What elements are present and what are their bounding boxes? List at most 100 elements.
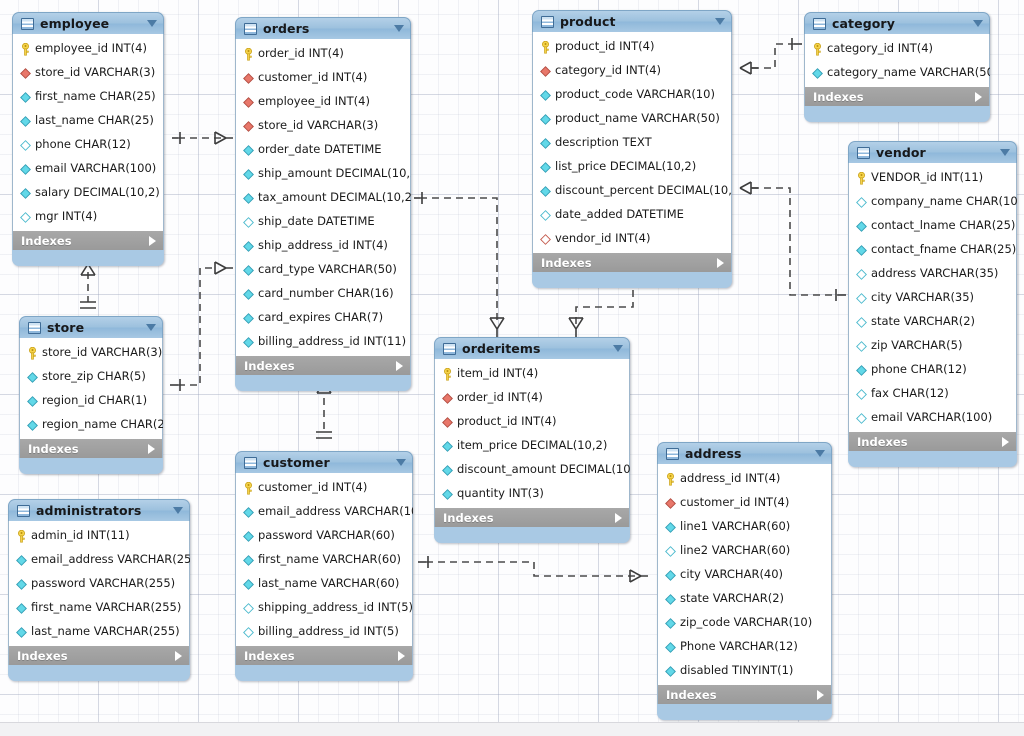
table-title-bar-orders[interactable]: orders xyxy=(235,17,411,39)
column-row[interactable]: email VARCHAR(100) xyxy=(13,157,163,181)
indexes-bar-customer[interactable]: Indexes xyxy=(235,646,413,665)
column-row[interactable]: billing_address_id INT(5) xyxy=(236,620,412,644)
column-row[interactable]: email VARCHAR(100) xyxy=(849,406,1016,430)
column-row[interactable]: first_name VARCHAR(60) xyxy=(236,548,412,572)
table-title-bar-employee[interactable]: employee xyxy=(12,12,164,34)
chevron-down-icon[interactable] xyxy=(715,18,725,25)
column-row[interactable]: ship_address_id INT(4) xyxy=(236,234,410,258)
indexes-bar-orderitems[interactable]: Indexes xyxy=(434,508,630,527)
column-row[interactable]: city VARCHAR(35) xyxy=(849,286,1016,310)
table-title-bar-address[interactable]: address xyxy=(657,442,832,464)
column-row[interactable]: product_name VARCHAR(50) xyxy=(533,107,731,131)
column-row[interactable]: address_id INT(4) xyxy=(658,467,831,491)
column-row[interactable]: category_name VARCHAR(50) xyxy=(805,61,989,85)
column-row[interactable]: tax_amount DECIMAL(10,2) xyxy=(236,186,410,210)
column-row[interactable]: disabled TINYINT(1) xyxy=(658,659,831,683)
chevron-right-icon[interactable] xyxy=(396,361,403,371)
table-employee[interactable]: employee employee_id INT(4)store_id VARCH… xyxy=(12,12,164,266)
table-title-bar-customer[interactable]: customer xyxy=(235,451,413,473)
chevron-right-icon[interactable] xyxy=(975,92,982,102)
column-row[interactable]: mgr INT(4) xyxy=(13,205,163,229)
column-row[interactable]: VENDOR_id INT(11) xyxy=(849,166,1016,190)
table-address[interactable]: address address_id INT(4)customer_id INT(… xyxy=(657,442,832,720)
column-row[interactable]: email_address VARCHAR(255) xyxy=(9,548,189,572)
chevron-right-icon[interactable] xyxy=(148,444,155,454)
column-row[interactable]: employee_id INT(4) xyxy=(13,37,163,61)
indexes-bar-address[interactable]: Indexes xyxy=(657,685,832,704)
eer-diagram-canvas[interactable]: .ln { stroke:#4b4b4b; stroke-width:1.6; … xyxy=(0,0,1024,736)
table-title-bar-category[interactable]: category xyxy=(804,12,990,34)
table-title-bar-orderitems[interactable]: orderitems xyxy=(434,337,630,359)
chevron-down-icon[interactable] xyxy=(396,459,406,466)
column-row[interactable]: address VARCHAR(35) xyxy=(849,262,1016,286)
chevron-down-icon[interactable] xyxy=(173,507,183,514)
column-row[interactable]: last_name VARCHAR(60) xyxy=(236,572,412,596)
column-row[interactable]: zip_code VARCHAR(10) xyxy=(658,611,831,635)
column-row[interactable]: line2 VARCHAR(60) xyxy=(658,539,831,563)
table-orders[interactable]: ordersorder_id INT(4)customer_id INT(4)e… xyxy=(235,17,411,391)
column-row[interactable]: zip VARCHAR(5) xyxy=(849,334,1016,358)
column-row[interactable]: Phone VARCHAR(12) xyxy=(658,635,831,659)
column-row[interactable]: store_zip CHAR(5) xyxy=(20,365,162,389)
column-row[interactable]: card_type VARCHAR(50) xyxy=(236,258,410,282)
column-row[interactable]: employee_id INT(4) xyxy=(236,90,410,114)
column-row[interactable]: contact_lname CHAR(25) xyxy=(849,214,1016,238)
column-row[interactable]: item_id INT(4) xyxy=(435,362,629,386)
column-row[interactable]: last_name CHAR(25) xyxy=(13,109,163,133)
chevron-down-icon[interactable] xyxy=(146,324,156,331)
indexes-bar-vendor[interactable]: Indexes xyxy=(848,432,1017,451)
column-row[interactable]: item_price DECIMAL(10,2) xyxy=(435,434,629,458)
chevron-right-icon[interactable] xyxy=(817,690,824,700)
column-row[interactable]: region_id CHAR(1) xyxy=(20,389,162,413)
column-row[interactable]: city VARCHAR(40) xyxy=(658,563,831,587)
column-row[interactable]: region_name CHAR(25) xyxy=(20,413,162,437)
column-row[interactable]: first_name VARCHAR(255) xyxy=(9,596,189,620)
column-row[interactable]: product_id INT(4) xyxy=(533,35,731,59)
column-row[interactable]: store_id VARCHAR(3) xyxy=(236,114,410,138)
column-row[interactable]: product_code VARCHAR(10) xyxy=(533,83,731,107)
chevron-right-icon[interactable] xyxy=(149,236,156,246)
chevron-down-icon[interactable] xyxy=(147,20,157,27)
column-row[interactable]: store_id VARCHAR(3) xyxy=(20,341,162,365)
column-row[interactable]: customer_id INT(4) xyxy=(658,491,831,515)
column-row[interactable]: discount_percent DECIMAL(10,2) xyxy=(533,179,731,203)
chevron-right-icon[interactable] xyxy=(175,651,182,661)
table-category[interactable]: categorycategory_id INT(4)category_name … xyxy=(804,12,990,122)
column-row[interactable]: first_name CHAR(25) xyxy=(13,85,163,109)
column-row[interactable]: shipping_address_id INT(5) xyxy=(236,596,412,620)
column-row[interactable]: customer_id INT(4) xyxy=(236,476,412,500)
column-row[interactable]: customer_id INT(4) xyxy=(236,66,410,90)
column-row[interactable]: category_id INT(4) xyxy=(533,59,731,83)
column-row[interactable]: fax CHAR(12) xyxy=(849,382,1016,406)
column-row[interactable]: product_id INT(4) xyxy=(435,410,629,434)
column-row[interactable]: order_date DATETIME xyxy=(236,138,410,162)
column-row[interactable]: phone CHAR(12) xyxy=(849,358,1016,382)
indexes-bar-store[interactable]: Indexes xyxy=(19,439,163,458)
chevron-right-icon[interactable] xyxy=(398,651,405,661)
chevron-down-icon[interactable] xyxy=(394,25,404,32)
chevron-down-icon[interactable] xyxy=(613,345,623,352)
column-row[interactable]: company_name CHAR(100) xyxy=(849,190,1016,214)
column-row[interactable]: ship_date DATETIME xyxy=(236,210,410,234)
column-row[interactable]: description TEXT xyxy=(533,131,731,155)
chevron-right-icon[interactable] xyxy=(717,258,724,268)
indexes-bar-category[interactable]: Indexes xyxy=(804,87,990,106)
chevron-right-icon[interactable] xyxy=(615,513,622,523)
column-row[interactable]: salary DECIMAL(10,2) xyxy=(13,181,163,205)
column-row[interactable]: quantity INT(3) xyxy=(435,482,629,506)
indexes-bar-administrators[interactable]: Indexes xyxy=(8,646,190,665)
column-row[interactable]: list_price DECIMAL(10,2) xyxy=(533,155,731,179)
table-orderitems[interactable]: orderitems item_id INT(4)order_id INT(4)p… xyxy=(434,337,630,543)
column-row[interactable]: order_id INT(4) xyxy=(435,386,629,410)
column-row[interactable]: date_added DATETIME xyxy=(533,203,731,227)
chevron-down-icon[interactable] xyxy=(973,20,983,27)
column-row[interactable]: discount_amount DECIMAL(10,2) xyxy=(435,458,629,482)
column-row[interactable]: card_expires CHAR(7) xyxy=(236,306,410,330)
column-row[interactable]: store_id VARCHAR(3) xyxy=(13,61,163,85)
chevron-down-icon[interactable] xyxy=(815,450,825,457)
indexes-bar-orders[interactable]: Indexes xyxy=(235,356,411,375)
table-store[interactable]: storestore_id VARCHAR(3)store_zip CHAR(5… xyxy=(19,316,163,474)
column-row[interactable]: ship_amount DECIMAL(10,2) xyxy=(236,162,410,186)
column-row[interactable]: last_name VARCHAR(255) xyxy=(9,620,189,644)
table-title-bar-product[interactable]: product xyxy=(532,10,732,32)
